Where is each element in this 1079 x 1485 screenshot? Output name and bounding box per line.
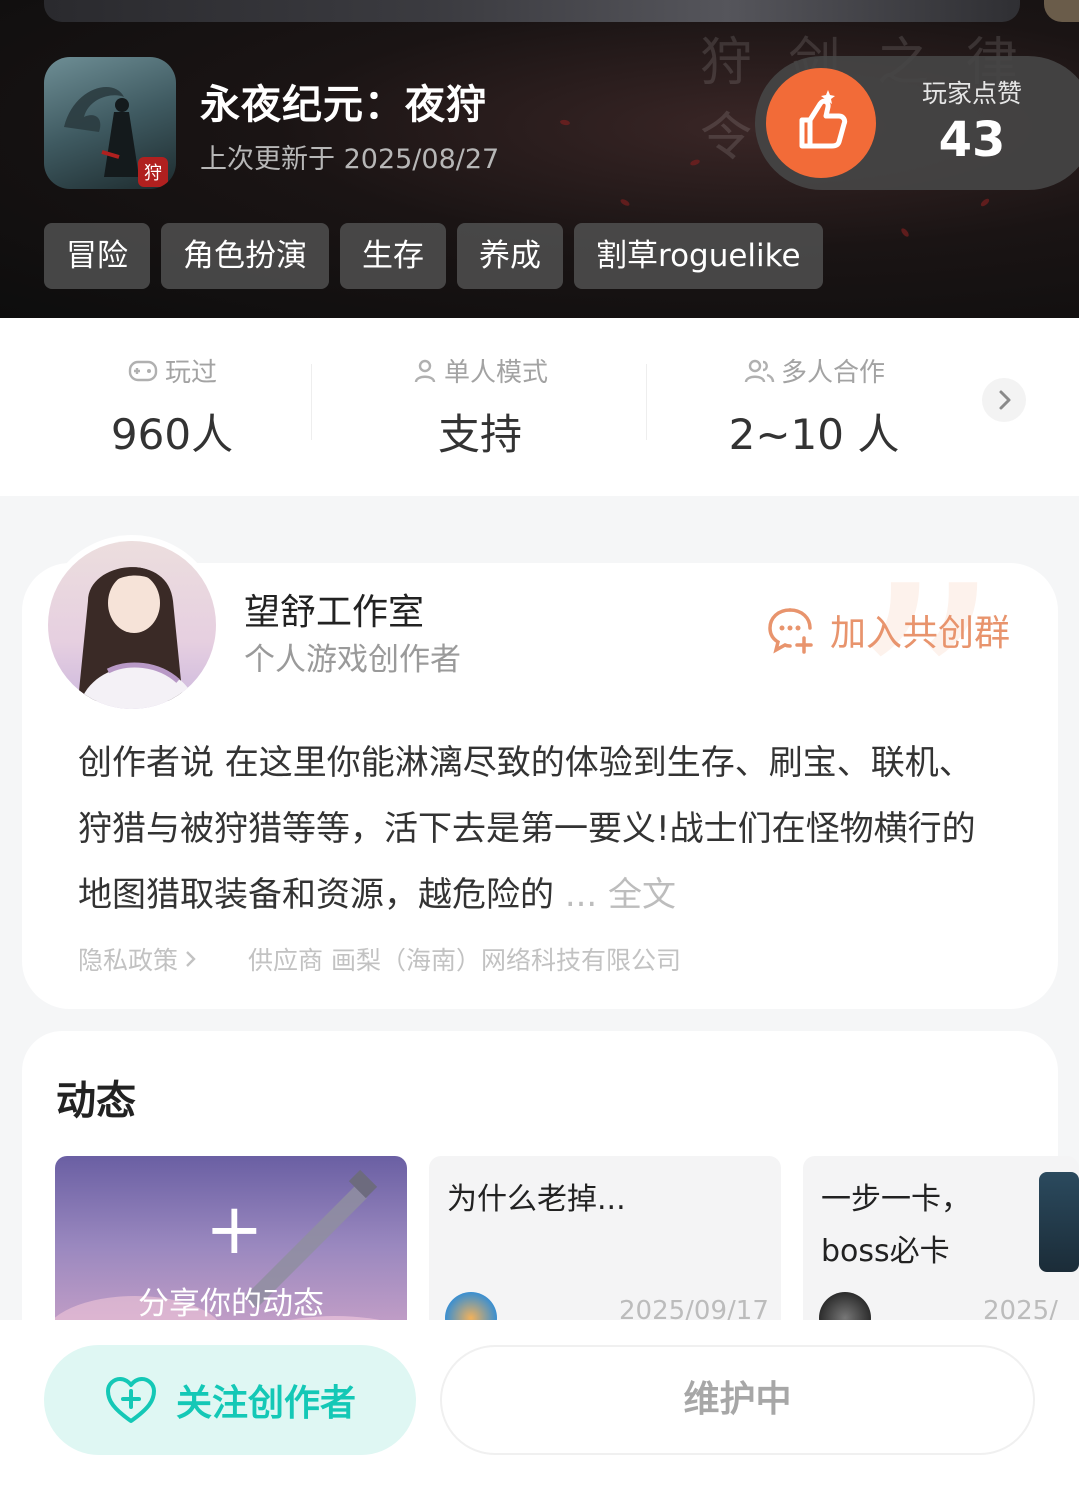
plus-icon: + [205, 1188, 264, 1270]
creator-role: 个人游戏创作者 [244, 642, 461, 678]
activity-title: 动态 [56, 1078, 136, 1124]
thumbs-up-icon [799, 90, 848, 149]
played-label: 玩过 [164, 358, 217, 388]
stat-played: 玩过 960人 [60, 352, 284, 462]
people-icon [744, 359, 775, 382]
tag-adventure[interactable]: 冒险 [44, 223, 150, 289]
banner-image-strip[interactable] [44, 0, 1020, 22]
chevron-right-icon [999, 390, 1011, 410]
tag-survival[interactable]: 生存 [340, 223, 446, 289]
like-button[interactable] [766, 68, 876, 178]
petal-decoration [899, 227, 911, 238]
supplier-info: 供应商 画梨（海南）网络科技有限公司 [248, 946, 681, 975]
icon-badge: 狩 [144, 163, 162, 184]
banner-image-strip-next[interactable] [1044, 0, 1079, 22]
creator-avatar[interactable] [48, 541, 216, 709]
stat-divider [646, 364, 647, 440]
petal-decoration [979, 197, 991, 208]
read-full-link[interactable]: ... 全文 [565, 875, 676, 915]
share-activity-label: 分享你的动态 [138, 1286, 324, 1322]
multiplayer-value: 2~10 人 [728, 410, 900, 459]
tag-roleplay[interactable]: 角色扮演 [161, 223, 329, 289]
chat-bubble-icon [768, 608, 813, 654]
creator-says-label: 创作者说 [78, 743, 214, 783]
post-title: 一步一卡，boss必卡 [821, 1182, 971, 1269]
follow-creator-button[interactable]: 关注创作者 [44, 1345, 416, 1455]
post-title: 为什么老掉... [447, 1182, 626, 1217]
gamepad-icon [128, 360, 158, 381]
game-title: 永夜纪元：夜狩 [200, 82, 487, 128]
join-group-label: 加入共创群 [830, 613, 1011, 654]
stats-more-button[interactable] [982, 378, 1026, 422]
game-app-icon: 狩 [44, 57, 176, 189]
heart-plus-icon [105, 1377, 156, 1423]
creator-name[interactable]: 望舒工作室 [244, 583, 424, 635]
maintenance-button[interactable]: 维护中 [440, 1345, 1035, 1455]
stat-divider [311, 364, 312, 440]
likes-count: 43 [938, 112, 1006, 168]
stat-single-mode: 单人模式 支持 [368, 352, 592, 462]
genre-tags: 冒险 角色扮演 生存 养成 割草roguelike [44, 223, 823, 289]
policy-row: 隐私政策 供应商 画梨（海南）网络科技有限公司 [78, 941, 681, 977]
post-thumbnail [1039, 1172, 1079, 1272]
likes-label: 玩家点赞 [921, 79, 1022, 108]
join-group-button[interactable]: 加入共创群 [766, 605, 1010, 655]
tag-development[interactable]: 养成 [457, 223, 563, 289]
played-value: 960人 [110, 410, 234, 459]
tag-roguelike[interactable]: 割草roguelike [574, 223, 823, 289]
petal-decoration [619, 197, 631, 208]
game-stats: 玩过 960人 单人模式 支持 多人合作 2~10 人 [0, 318, 1079, 496]
creator-statement: 创作者说 在这里你能淋漓尽致的体验到生存、刷宝、联机、狩猎与被狩猎等等，活下去是… [78, 730, 998, 928]
petal-decoration [689, 158, 701, 167]
privacy-policy-label: 隐私政策 [78, 946, 179, 975]
stat-multiplayer: 多人合作 2~10 人 [700, 352, 928, 462]
update-date: 上次更新于 2025/08/27 [200, 144, 500, 175]
petal-decoration [559, 119, 571, 126]
multiplayer-label: 多人合作 [780, 358, 885, 388]
follow-creator-label: 关注创作者 [175, 1383, 356, 1424]
privacy-policy-link[interactable]: 隐私政策 [78, 941, 198, 977]
chevron-right-icon [186, 951, 196, 967]
single-mode-label: 单人模式 [443, 358, 548, 388]
single-mode-value: 支持 [437, 410, 522, 459]
person-icon [414, 359, 436, 382]
